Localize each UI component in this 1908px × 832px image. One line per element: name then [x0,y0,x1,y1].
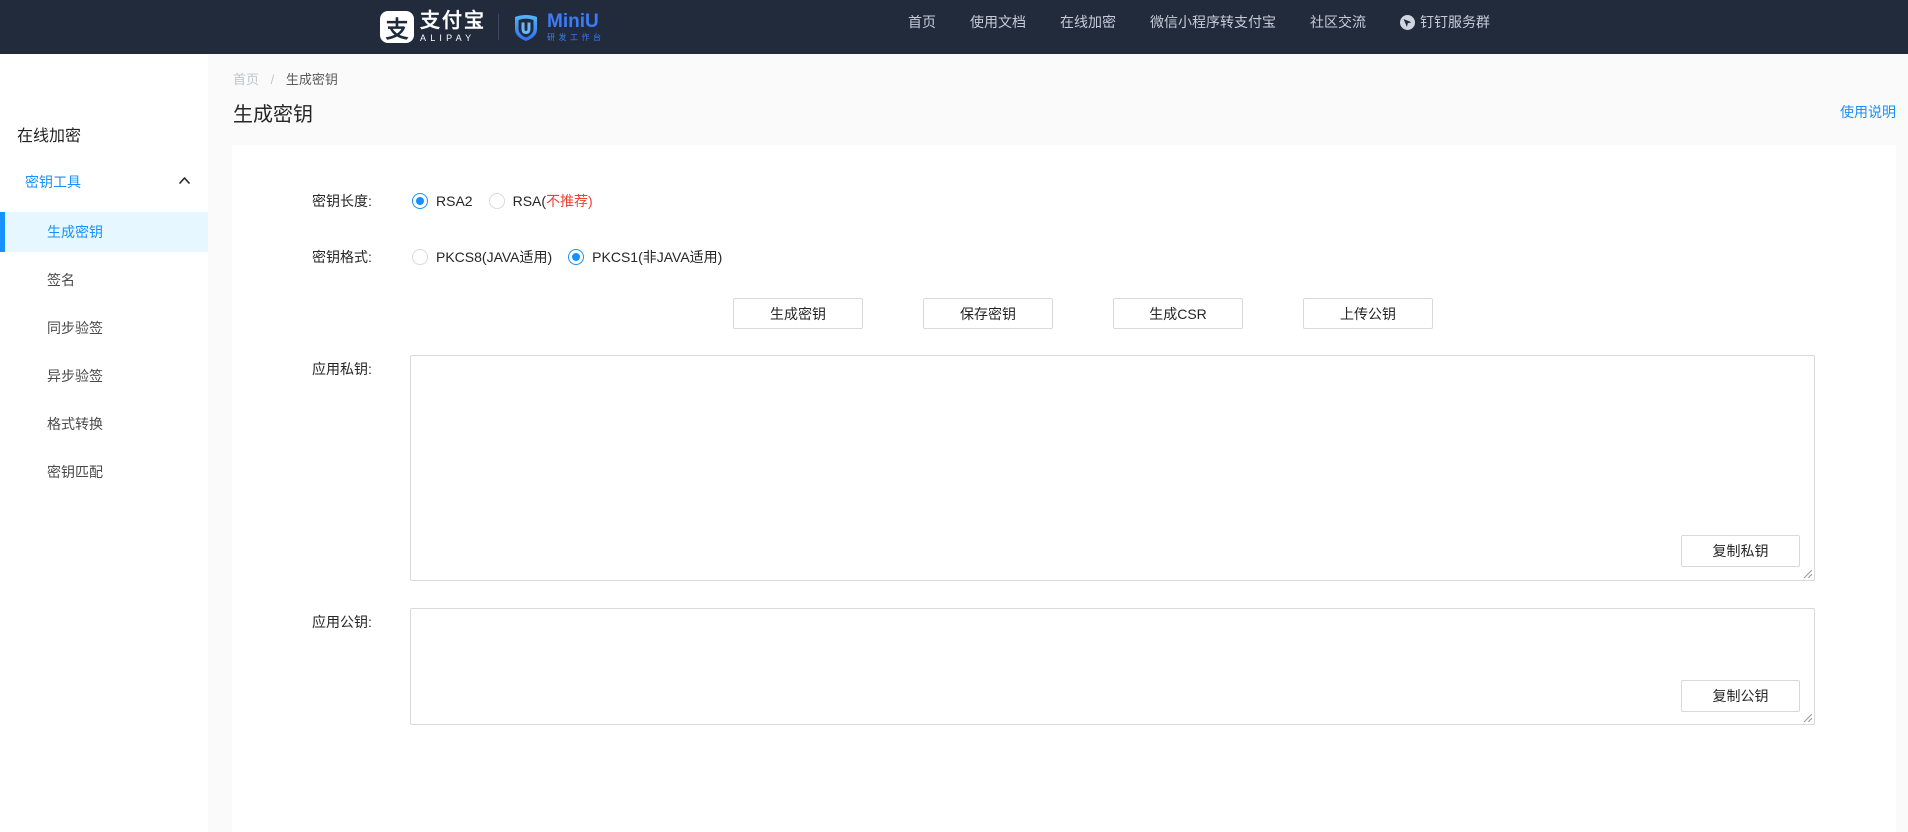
alipay-logo-text: 支付宝 ALIPAY [420,11,486,43]
sidebar-item-generate-key[interactable]: 生成密钥 [0,212,208,252]
chevron-up-icon [179,177,190,184]
private-key-field-wrap: 复制私钥 [410,355,1815,581]
miniu-logo-text: MiniU 研发工作台 [547,12,605,42]
sidebar-title: 在线加密 [17,122,81,146]
miniu-name: MiniU [547,12,605,31]
sidebar-item-key-match[interactable]: 密钥匹配 [0,452,208,492]
private-key-textarea[interactable] [410,355,1815,581]
alipay-name-cn: 支付宝 [420,11,486,31]
nav-item-online-encrypt[interactable]: 在线加密 [1060,12,1116,32]
private-key-resize-grip[interactable] [1802,568,1812,578]
radio-rsa[interactable] [489,193,505,209]
alipay-name-en: ALIPAY [420,34,486,43]
alipay-icon-glyph: 支 [386,11,409,43]
radio-option-pkcs1[interactable]: PKCS1(非JAVA适用) [568,247,722,267]
radio-pkcs8[interactable] [412,249,428,265]
content-card: 密钥长度: RSA2 RSA(不推荐) 密钥格式: PKCS8(JAVA适用) [232,145,1896,832]
nav-item-docs[interactable]: 使用文档 [970,12,1026,32]
radio-rsa2-label[interactable]: RSA2 [436,193,473,209]
sidebar-group-key-tools[interactable]: 密钥工具 [0,166,208,196]
breadcrumb-current: 生成密钥 [286,72,338,87]
radio-pkcs8-label[interactable]: PKCS8(JAVA适用) [436,247,552,267]
radio-rsa-label-suffix: ) [588,193,593,209]
alipay-logo-icon: 支 [380,11,414,43]
breadcrumb: 首页 / 生成密钥 [233,69,338,88]
save-key-button[interactable]: 保存密钥 [923,298,1053,329]
radio-pkcs1[interactable] [568,249,584,265]
key-length-label: 密钥长度: [312,191,412,211]
public-key-field-wrap: 复制公钥 [410,608,1815,725]
nav-item-wechat-to-alipay[interactable]: 微信小程序转支付宝 [1150,12,1276,32]
generate-csr-button[interactable]: 生成CSR [1113,298,1243,329]
top-header-bar: 支 支付宝 ALIPAY Min [0,0,1908,54]
radio-rsa-label-prefix: RSA( [513,193,546,209]
miniu-logo: MiniU 研发工作台 [511,12,605,42]
upload-public-key-button[interactable]: 上传公钥 [1303,298,1433,329]
dingtalk-icon [1400,15,1415,30]
public-key-textarea[interactable] [410,608,1815,725]
key-format-row: 密钥格式: PKCS8(JAVA适用) PKCS1(非JAVA适用) [312,241,738,273]
sidebar-item-format-convert[interactable]: 格式转换 [0,404,208,444]
radio-pkcs1-label[interactable]: PKCS1(非JAVA适用) [592,247,722,267]
sidebar-item-sync-verify[interactable]: 同步验签 [0,308,208,348]
radio-option-rsa[interactable]: RSA(不推荐) [489,191,593,211]
nav-item-home[interactable]: 首页 [908,12,936,32]
logo-group[interactable]: 支 支付宝 ALIPAY Min [380,0,605,54]
page-title: 生成密钥 [233,98,313,127]
miniu-subtitle: 研发工作台 [547,34,605,42]
logo-divider [498,14,499,40]
action-buttons-row: 生成密钥 保存密钥 生成CSR 上传公钥 [733,298,1433,329]
radio-option-rsa2[interactable]: RSA2 [412,193,473,209]
miniu-shield-icon [511,12,541,42]
top-nav: 首页 使用文档 在线加密 微信小程序转支付宝 社区交流 钉钉服务群 [908,0,1490,44]
key-length-row: 密钥长度: RSA2 RSA(不推荐) [312,185,609,217]
sidebar-group-label: 密钥工具 [25,172,81,192]
copy-public-key-button[interactable]: 复制公钥 [1681,680,1800,712]
page: 支 支付宝 ALIPAY Min [0,0,1908,832]
sidebar-item-sign[interactable]: 签名 [0,260,208,300]
generate-key-button[interactable]: 生成密钥 [733,298,863,329]
radio-option-pkcs8[interactable]: PKCS8(JAVA适用) [412,247,552,267]
radio-rsa2[interactable] [412,193,428,209]
public-key-label: 应用公钥: [312,612,372,632]
radio-rsa-label[interactable]: RSA(不推荐) [513,191,593,211]
main-area: 首页 / 生成密钥 生成密钥 使用说明 密钥长度: RSA2 RSA(不推荐) [208,54,1908,832]
private-key-label: 应用私钥: [312,359,372,379]
sidebar-item-async-verify[interactable]: 异步验签 [0,356,208,396]
breadcrumb-separator: / [271,72,275,87]
nav-item-dingtalk-label: 钉钉服务群 [1420,12,1490,32]
copy-private-key-button[interactable]: 复制私钥 [1681,535,1800,567]
breadcrumb-home[interactable]: 首页 [233,72,259,87]
sidebar: 在线加密 密钥工具 生成密钥 签名 同步验签 异步验签 格式转换 密钥匹配 [0,54,208,832]
radio-rsa-label-warning: 不推荐 [546,193,588,209]
nav-item-dingtalk-group[interactable]: 钉钉服务群 [1400,12,1490,32]
nav-item-community[interactable]: 社区交流 [1310,12,1366,32]
usage-help-link[interactable]: 使用说明 [1840,102,1896,122]
public-key-resize-grip[interactable] [1802,712,1812,722]
key-format-label: 密钥格式: [312,247,412,267]
